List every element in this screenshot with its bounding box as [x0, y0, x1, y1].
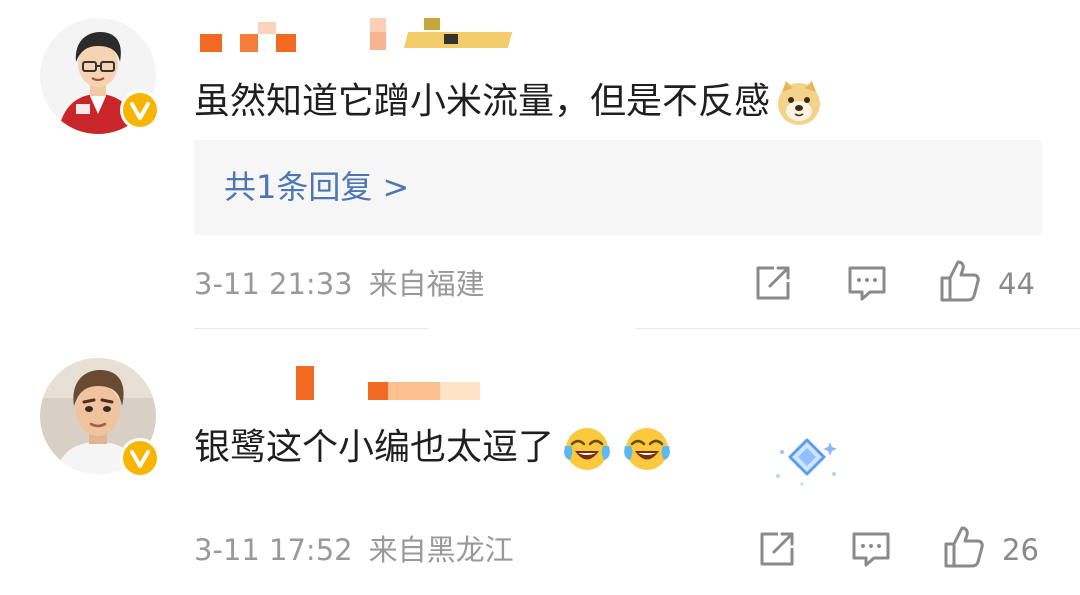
verified-badge-icon: [120, 90, 160, 130]
comment-button[interactable]: [850, 528, 894, 572]
comment-text: 银鹭这个小编也太逗了: [194, 424, 672, 474]
comment-icon: [848, 266, 886, 301]
share-button[interactable]: [756, 528, 800, 572]
like-button[interactable]: [938, 258, 982, 302]
share-icon: [756, 266, 790, 300]
diamond-sparkle-icon: [772, 430, 842, 490]
like-count: 26: [1002, 533, 1039, 567]
comment-meta: 3-11 17:52 来自黑龙江: [194, 532, 514, 568]
reply-box[interactable]: 共1条回复 >: [194, 140, 1042, 235]
divider: [194, 328, 428, 329]
view-replies-link[interactable]: 共1条回复 >: [224, 166, 409, 208]
doge-emoji-icon: [774, 78, 824, 128]
comment-item: 银鹭这个小编也太逗了 3-11 17:52 来自黑龙江 26: [0, 330, 1080, 595]
username-mosaic[interactable]: [200, 366, 500, 400]
comment-item: 虽然知道它蹭小米流量，但是不反感 共1条回复 > 3-11 21:33 来自福建: [0, 0, 1080, 330]
comment-button[interactable]: [846, 262, 890, 306]
like-count: 44: [998, 267, 1035, 301]
like-button[interactable]: [942, 524, 986, 568]
comment-time: 3-11 21:33: [194, 267, 353, 301]
laughing-crying-emoji-icon: [622, 424, 672, 474]
comment-text: 虽然知道它蹭小米流量，但是不反感: [194, 78, 824, 128]
laughing-crying-emoji-icon: [562, 424, 612, 474]
comment-meta: 3-11 21:33 来自福建: [194, 266, 485, 302]
thumbs-up-icon: [940, 260, 980, 302]
username-mosaic[interactable]: [200, 18, 520, 54]
share-button[interactable]: [752, 262, 796, 306]
comment-text-content: 虽然知道它蹭小米流量，但是不反感: [194, 81, 771, 122]
comment-text-content: 银鹭这个小编也太逗了: [194, 427, 555, 468]
share-icon: [760, 532, 794, 566]
divider: [636, 328, 1080, 329]
comment-location: 来自黑龙江: [368, 533, 514, 567]
verified-badge-icon: [120, 438, 160, 478]
comment-icon: [852, 532, 890, 567]
comment-location: 来自福建: [368, 267, 485, 301]
comment-time: 3-11 17:52: [194, 533, 353, 567]
thumbs-up-icon: [944, 526, 984, 568]
